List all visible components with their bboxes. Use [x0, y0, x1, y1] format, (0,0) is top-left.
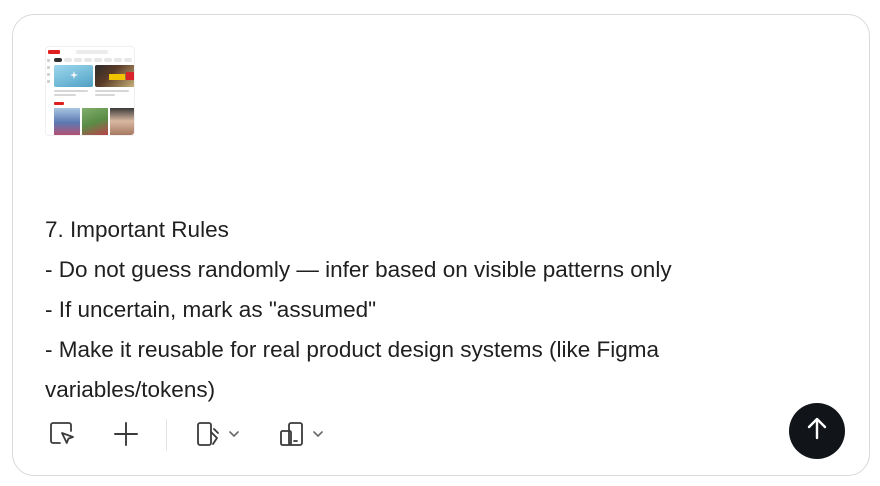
thumbnail-video-2	[95, 65, 134, 87]
site-logo	[48, 50, 60, 54]
send-button[interactable]	[789, 403, 845, 459]
toolbar-divider	[166, 419, 167, 451]
plus-icon	[112, 420, 140, 453]
thumbnail-short-1	[54, 108, 80, 135]
chevron-down-icon	[227, 427, 241, 446]
add-button[interactable]	[108, 418, 144, 454]
thumbnail-shorts-label	[54, 102, 64, 105]
message-line: - Do not guess randomly — infer based on…	[45, 257, 672, 282]
thumbnail-video-meta	[95, 90, 129, 92]
arrow-up-icon	[804, 416, 830, 447]
thumbnail-video-meta	[54, 90, 88, 92]
device-preview-dropdown[interactable]	[272, 418, 330, 454]
device-edit-icon	[193, 419, 223, 454]
thumbnail-sidebar	[47, 59, 51, 89]
message-line: - If uncertain, mark as "assumed"	[45, 297, 377, 322]
device-mode-dropdown[interactable]	[188, 418, 246, 454]
thumbnail-short-3	[110, 108, 134, 135]
thumbnail-search-bar	[76, 50, 108, 54]
thumbnail-video-meta	[95, 94, 115, 96]
message-line: - Make it reusable for real product desi…	[45, 337, 659, 362]
thumbnail-video-meta	[54, 94, 76, 96]
tablet-phone-icon	[277, 419, 307, 454]
cursor-select-icon	[47, 419, 77, 454]
message-line: 7. Important Rules	[45, 217, 229, 242]
message-line: variables/tokens)	[45, 377, 216, 402]
attachment-thumbnail[interactable]	[45, 46, 135, 136]
thumbnail-short-2	[82, 108, 108, 135]
select-element-button[interactable]	[44, 418, 80, 454]
thumbnail-video-1	[54, 65, 93, 87]
thumbnail-filter-chips	[54, 58, 134, 62]
message-text[interactable]: 7. Important Rules - Do not guess random…	[45, 210, 835, 410]
chevron-down-icon	[311, 427, 325, 446]
